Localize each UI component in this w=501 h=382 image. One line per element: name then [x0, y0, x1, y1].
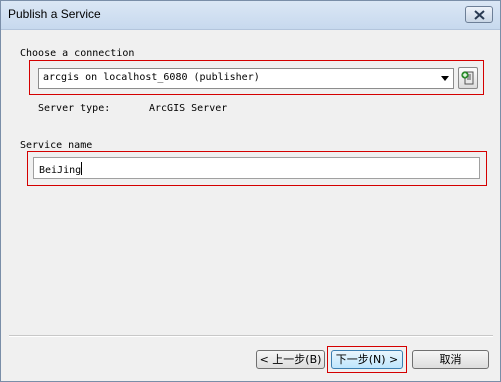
server-type-label: Server type:	[38, 103, 111, 114]
cancel-button[interactable]: 取消	[412, 350, 489, 369]
connection-label: Choose a connection	[20, 48, 135, 59]
chevron-down-icon	[441, 76, 449, 81]
close-button[interactable]	[465, 6, 493, 23]
connection-selected: arcgis on localhost_6080 (publisher)	[43, 72, 260, 83]
next-button[interactable]: 下一步(N) >	[331, 350, 403, 369]
footer-divider	[9, 335, 493, 337]
add-server-icon	[461, 71, 474, 85]
back-button[interactable]: < 上一步(B)	[256, 350, 325, 369]
text-caret	[81, 162, 83, 175]
connection-dropdown[interactable]: arcgis on localhost_6080 (publisher)	[38, 68, 454, 89]
title-bar: Publish a Service	[1, 1, 500, 30]
service-name-value: BeiJing	[39, 165, 82, 176]
service-name-label: Service name	[20, 140, 93, 151]
service-name-input[interactable]: BeiJing	[33, 157, 480, 179]
add-connection-button[interactable]	[458, 67, 478, 89]
close-icon	[474, 10, 485, 20]
publish-service-dialog: Publish a Service Choose a connection ar…	[0, 0, 501, 382]
dialog-title: Publish a Service	[8, 7, 101, 21]
server-type-value: ArcGIS Server	[149, 103, 228, 114]
